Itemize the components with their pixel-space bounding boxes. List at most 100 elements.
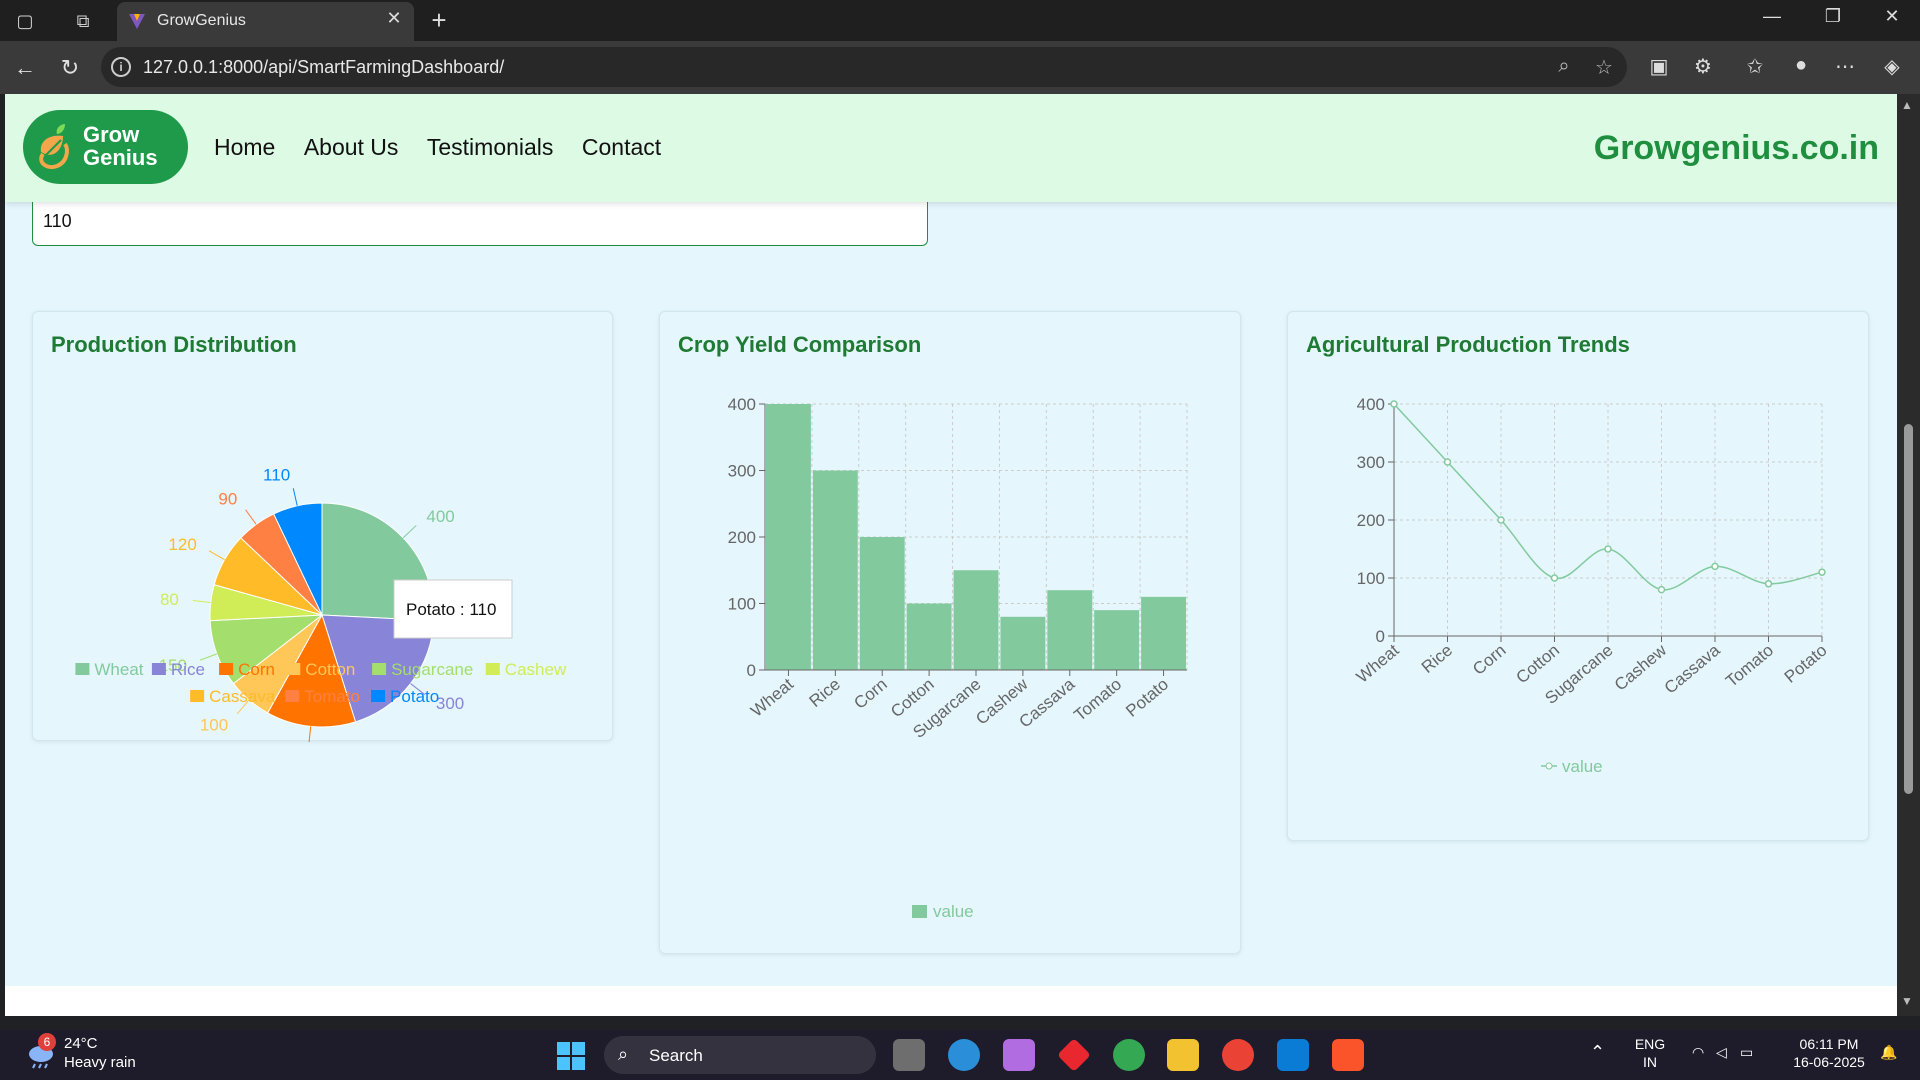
- line-point-potato[interactable]: [1818, 568, 1826, 576]
- task-view-icon[interactable]: [893, 1039, 925, 1071]
- legend-swatch: [372, 663, 387, 675]
- legend-label-cotton[interactable]: Cotton: [305, 660, 355, 679]
- x-tick-label: Wheat: [1353, 640, 1403, 686]
- value-input[interactable]: 110: [32, 201, 928, 246]
- x-tick-label: Tomato: [1722, 641, 1777, 691]
- lang-in[interactable]: IN: [1630, 1054, 1670, 1070]
- bar-wheat[interactable]: [766, 404, 811, 670]
- y-tick-label: 100: [1357, 569, 1385, 588]
- y-tick-label: 400: [1357, 395, 1385, 414]
- back-icon[interactable]: ←: [10, 53, 40, 83]
- browser-toolbar: ← ↻ i 127.0.0.1:8000/api/SmartFarmingDas…: [0, 41, 1920, 94]
- nav-home[interactable]: Home: [214, 134, 275, 160]
- legend-label-wheat[interactable]: Wheat: [94, 660, 143, 679]
- line-point-cashew[interactable]: [1657, 585, 1666, 594]
- site-logo[interactable]: Grow Genius: [23, 110, 188, 184]
- brave-app-icon[interactable]: [1332, 1039, 1364, 1071]
- sidebar-toggle-icon[interactable]: ▢: [12, 8, 38, 34]
- line-point-wheat[interactable]: [1390, 400, 1398, 408]
- bar-tomato[interactable]: [1094, 610, 1140, 670]
- legend-swatch: [219, 663, 234, 675]
- new-tab-button[interactable]: +: [424, 5, 454, 36]
- favorites-icon[interactable]: ✩: [1740, 54, 1770, 79]
- battery-icon[interactable]: ▭: [1740, 1044, 1753, 1061]
- scroll-thumb[interactable]: [1904, 424, 1913, 794]
- bar-corn[interactable]: [859, 537, 905, 670]
- bar-rice[interactable]: [812, 470, 858, 671]
- legend-swatch: [485, 663, 500, 675]
- split-screen-icon[interactable]: ▣: [1644, 54, 1674, 79]
- more-menu-icon[interactable]: ⋯: [1830, 54, 1860, 79]
- tray-chevron-icon[interactable]: ⌃: [1590, 1042, 1605, 1063]
- lang-eng[interactable]: ENG: [1630, 1036, 1670, 1052]
- site-info-icon[interactable]: i: [111, 57, 131, 77]
- legend-label-value[interactable]: value: [1562, 757, 1603, 776]
- line-point-corn[interactable]: [1497, 516, 1505, 524]
- legend-label-corn[interactable]: Corn: [238, 660, 275, 679]
- legend-label-rice[interactable]: Rice: [171, 660, 205, 679]
- production-distribution-card: Production Distribution 4003002001001508…: [32, 311, 613, 742]
- legend-label-cashew[interactable]: Cashew: [505, 660, 567, 679]
- legend-swatch: [912, 905, 927, 918]
- bar-chart: 0100200300400Wheat Rice CornCottonSugarcan…: [728, 395, 1188, 921]
- pie-label-line: [192, 600, 211, 604]
- restore-icon[interactable]: ❐: [1813, 6, 1853, 27]
- line-point-cassava[interactable]: [1711, 562, 1719, 571]
- git-app-icon[interactable]: [1057, 1038, 1091, 1072]
- profile-avatar-icon[interactable]: ●: [1786, 54, 1816, 77]
- legend-label-potato[interactable]: Potato: [390, 687, 439, 706]
- legend-swatch: [75, 663, 90, 675]
- wifi-icon[interactable]: ◠: [1692, 1044, 1704, 1061]
- minimize-icon[interactable]: —: [1752, 6, 1792, 27]
- line-point-sugarcane[interactable]: [1604, 545, 1612, 553]
- legend-label-value[interactable]: value: [933, 902, 974, 921]
- tab-actions-icon[interactable]: ⧉: [70, 8, 96, 34]
- bar-cotton[interactable]: [906, 603, 952, 671]
- nav-about-us[interactable]: About Us: [304, 134, 399, 160]
- copilot-icon[interactable]: ◈: [1877, 54, 1907, 79]
- crop-yield-card: Crop Yield Comparison 0 100 200 300 400 Wheat…: [659, 311, 1241, 954]
- legend-label-tomato[interactable]: Tomato: [304, 687, 360, 706]
- tab-title: GrowGenius: [157, 12, 246, 29]
- page-scrollbar[interactable]: ▲ ▼: [1897, 94, 1920, 1016]
- clock-date[interactable]: 16-06-2025: [1784, 1054, 1874, 1070]
- tab-close-icon[interactable]: ✕: [382, 8, 406, 29]
- line-point-cotton[interactable]: [1550, 574, 1559, 582]
- bar-cassava[interactable]: [1047, 590, 1093, 670]
- browser-tab[interactable]: GrowGenius ✕: [117, 2, 414, 41]
- windows-start-icon[interactable]: [556, 1041, 586, 1071]
- address-bar[interactable]: i 127.0.0.1:8000/api/SmartFarmingDashboa…: [101, 47, 1627, 87]
- legend-label-cassava[interactable]: Cassava: [209, 687, 276, 706]
- pie-value-label: 110: [263, 466, 290, 485]
- taskbar-search[interactable]: ⌕ Search: [604, 1036, 876, 1074]
- clock-time[interactable]: 06:11 PM: [1784, 1036, 1874, 1052]
- brand-domain[interactable]: Growgenius.co.in: [1594, 129, 1879, 168]
- extensions-icon[interactable]: ⚙: [1688, 54, 1718, 79]
- vscode-app-icon[interactable]: [1277, 1039, 1309, 1071]
- bar-sugarcane[interactable]: [953, 570, 999, 670]
- bar-cashew[interactable]: [1000, 616, 1046, 670]
- chrome-canary-icon[interactable]: [1113, 1039, 1145, 1071]
- reload-icon[interactable]: ↻: [55, 53, 85, 83]
- scroll-down-icon[interactable]: ▼: [1901, 994, 1913, 1008]
- bar-potato[interactable]: [1141, 596, 1186, 670]
- volume-icon[interactable]: ◁: [1716, 1044, 1727, 1061]
- nav-contact[interactable]: Contact: [582, 134, 661, 160]
- pie-value-label: 300: [436, 694, 464, 713]
- zoom-icon[interactable]: ⌕: [1551, 55, 1577, 78]
- file-explorer-icon[interactable]: [1167, 1039, 1199, 1071]
- nav-testimonials[interactable]: Testimonials: [427, 134, 554, 160]
- main-nav: Home About Us Testimonials Contact: [214, 134, 685, 161]
- line-point-tomato[interactable]: [1764, 580, 1773, 588]
- favorite-star-icon[interactable]: ☆: [1591, 55, 1617, 80]
- line-point-rice[interactable]: [1443, 458, 1452, 466]
- leaf-logo-icon: [39, 124, 69, 169]
- scroll-up-icon[interactable]: ▲: [1901, 98, 1913, 112]
- chrome-app-icon[interactable]: [1222, 1039, 1254, 1071]
- edge-app-icon[interactable]: [948, 1039, 980, 1071]
- copilot-app-icon[interactable]: [1003, 1039, 1035, 1071]
- x-tick-label: Cassava: [1661, 640, 1724, 697]
- legend-label-sugarcane[interactable]: Sugarcane: [391, 660, 473, 679]
- notification-bell-icon[interactable]: 🔔: [1880, 1044, 1897, 1061]
- window-close-icon[interactable]: ✕: [1872, 6, 1912, 27]
